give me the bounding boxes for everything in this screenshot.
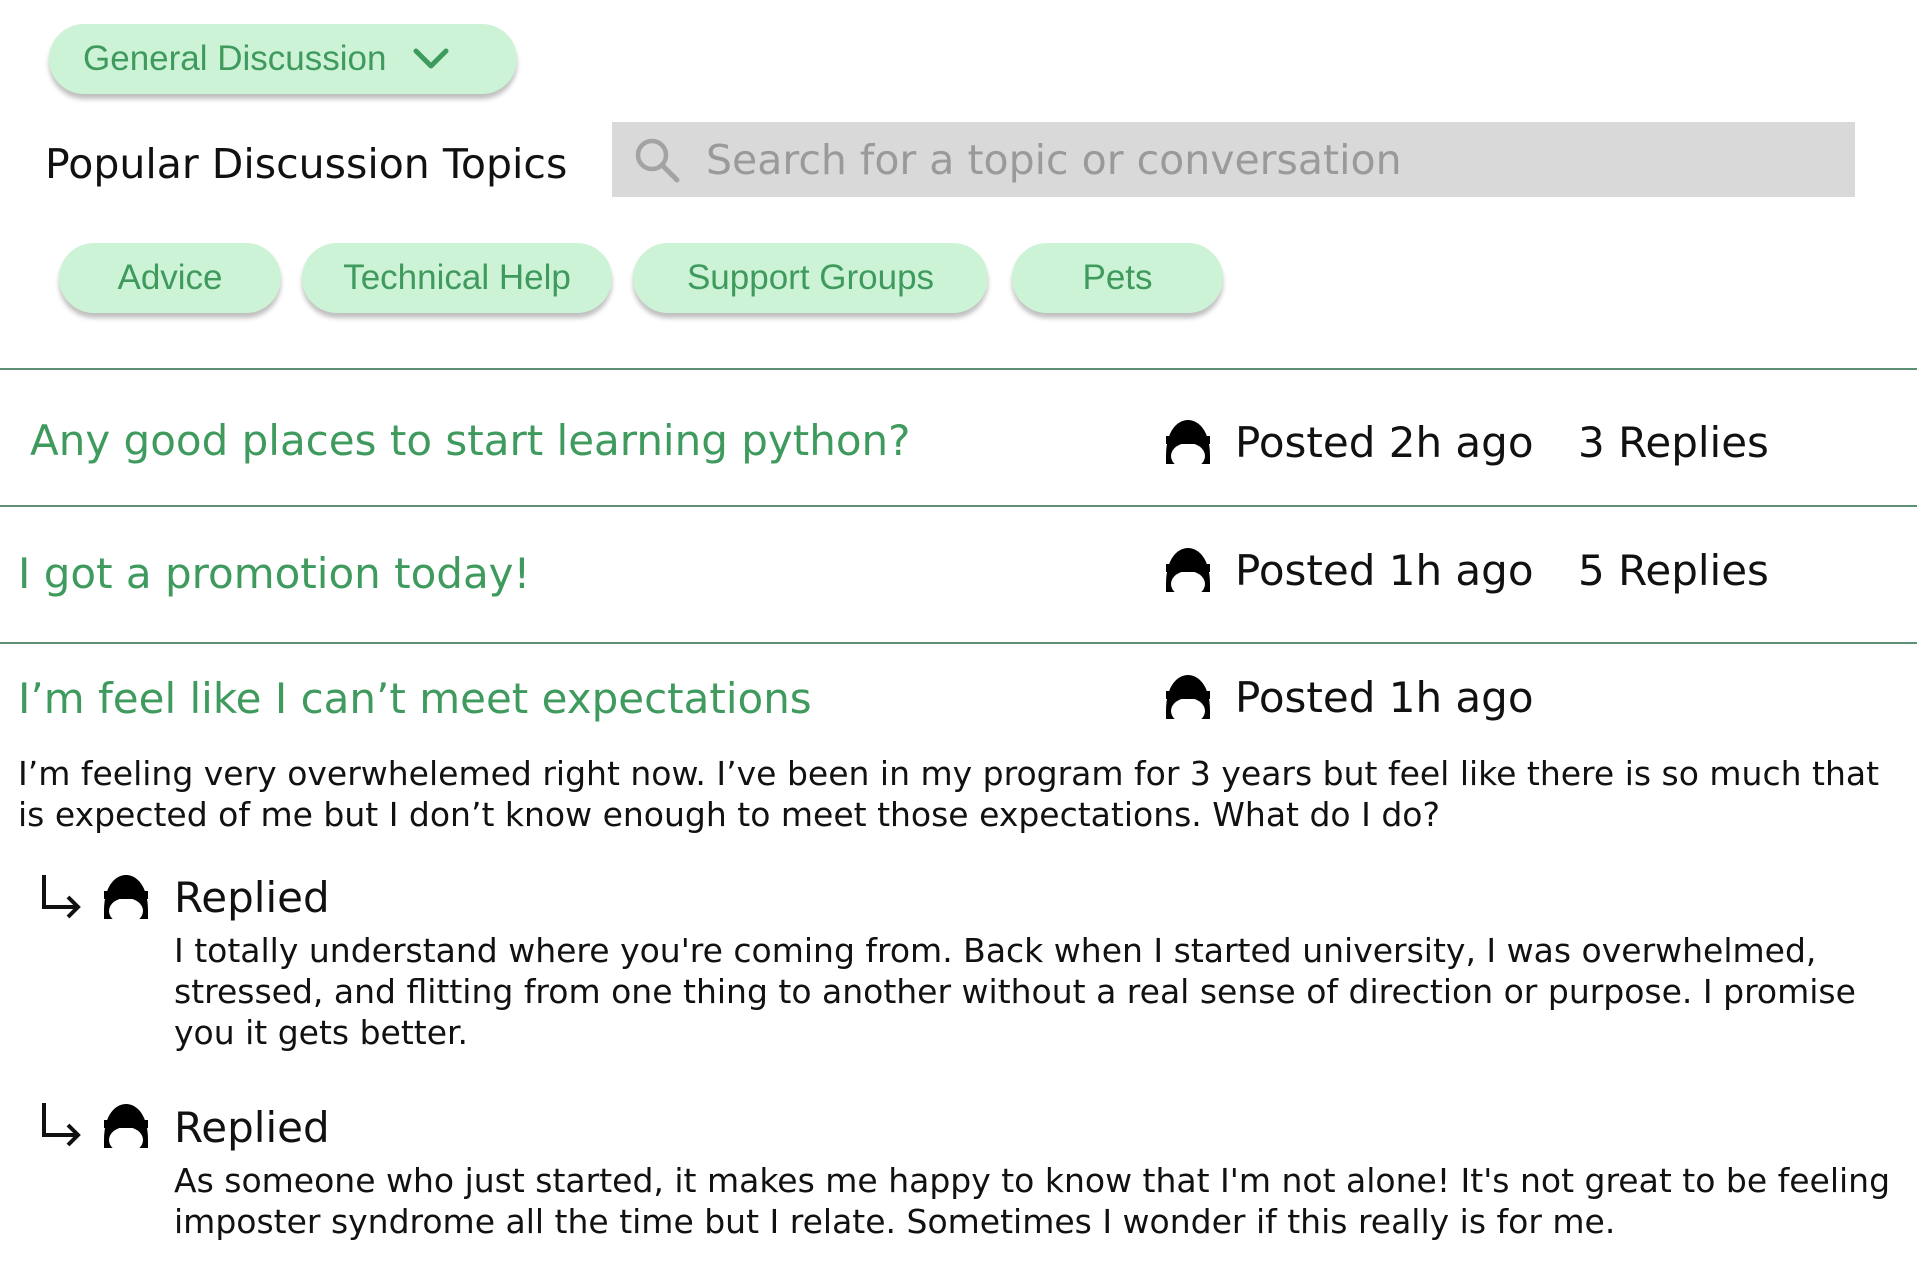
thread-title[interactable]: I’m feel like I can’t meet expectations — [18, 674, 812, 723]
posted-time: Posted 1h ago — [1235, 546, 1534, 595]
user-avatar-icon — [1166, 420, 1210, 469]
reply-arrow-icon — [42, 875, 81, 919]
divider — [0, 505, 1917, 507]
divider — [0, 642, 1917, 644]
topic-chip-pets[interactable]: Pets — [1012, 243, 1223, 313]
search-bar[interactable] — [612, 122, 1855, 197]
reply-arrow-icon — [42, 1103, 81, 1147]
user-avatar-icon — [1166, 675, 1210, 724]
topic-chip-technical-help[interactable]: Technical Help — [302, 243, 612, 313]
divider — [0, 368, 1917, 370]
page-title: Popular Discussion Topics — [45, 140, 568, 188]
posted-time: Posted 1h ago — [1235, 673, 1534, 722]
thread-title[interactable]: Any good places to start learning python… — [30, 416, 910, 465]
posted-time: Posted 2h ago — [1235, 418, 1534, 467]
user-avatar-icon — [104, 875, 148, 924]
search-icon — [635, 138, 680, 182]
category-dropdown[interactable]: General Discussion — [49, 24, 517, 94]
search-input[interactable] — [704, 134, 1828, 185]
topic-chip-label: Technical Help — [343, 258, 571, 297]
reply-count[interactable]: 5 Replies — [1578, 546, 1769, 595]
reply-label: Replied — [174, 873, 330, 922]
user-avatar-icon — [104, 1104, 148, 1153]
reply-count[interactable]: 3 Replies — [1578, 418, 1769, 467]
reply-text: I totally understand where you're coming… — [174, 931, 1856, 1052]
topic-chip-label: Advice — [117, 258, 223, 297]
category-dropdown-label: General Discussion — [83, 39, 387, 78]
thread-title[interactable]: I got a promotion today! — [18, 549, 530, 598]
topic-chip-label: Pets — [1082, 258, 1153, 297]
chevron-down-icon — [413, 48, 449, 69]
user-avatar-icon — [1166, 548, 1210, 597]
reply-text: As someone who just started, it makes me… — [174, 1161, 1891, 1241]
reply-label: Replied — [174, 1103, 330, 1152]
thread-body: I’m feeling very overwhelemed right now.… — [18, 754, 1880, 834]
topic-chip-label: Support Groups — [686, 258, 935, 297]
topic-chip-support-groups[interactable]: Support Groups — [633, 243, 988, 313]
topic-chip-advice[interactable]: Advice — [59, 243, 281, 313]
